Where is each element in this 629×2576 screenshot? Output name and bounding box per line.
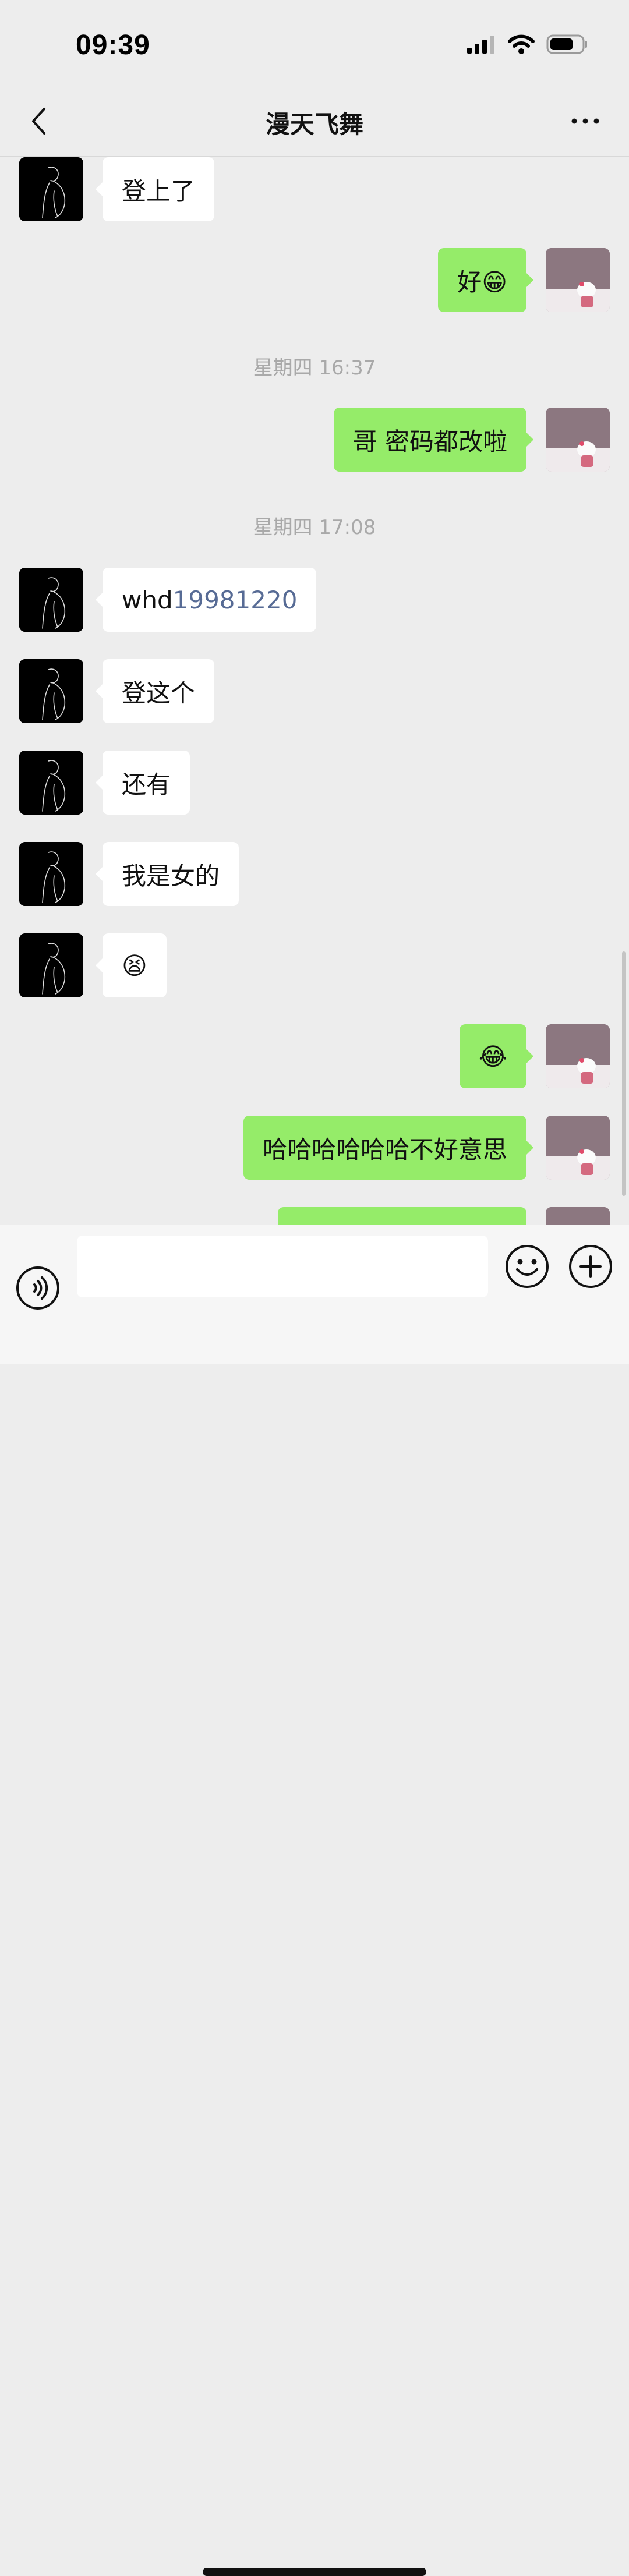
message-row: 哥 密码都改啦	[0, 408, 629, 472]
my-avatar[interactable]	[546, 1116, 610, 1180]
chat-title: 漫天飞舞	[265, 110, 363, 139]
message-row: 哈哈哈哈哈哈不好意思	[0, 1116, 629, 1180]
message-timestamp: 星期四 16:37	[253, 356, 376, 380]
phone-number-link[interactable]: 19981220	[173, 586, 298, 614]
home-indicator	[203, 2568, 426, 2576]
message-bubble-partial[interactable]	[278, 1207, 526, 1225]
message-bubble[interactable]: 哥 密码都改啦	[333, 408, 534, 472]
message-bubble[interactable]: 😂	[459, 1024, 534, 1088]
message-bubble[interactable]: 😫	[96, 933, 167, 997]
message-input[interactable]	[77, 1236, 488, 1297]
plus-icon	[569, 1245, 612, 1288]
my-avatar[interactable]	[546, 1207, 610, 1225]
wifi-icon	[508, 34, 535, 54]
cellular-signal-icon	[467, 36, 494, 54]
voice-icon	[16, 1266, 59, 1310]
message-row: whd 19981220	[0, 568, 629, 632]
contact-avatar-image	[19, 933, 83, 997]
my-avatar-image	[546, 1024, 610, 1088]
message-bubble[interactable]: whd 19981220	[95, 568, 317, 632]
message-row: 😂	[0, 1024, 629, 1088]
message-row: 我是女的	[0, 842, 629, 906]
message-row: 好😁	[0, 248, 629, 312]
contact-avatar[interactable]	[19, 751, 83, 815]
more-dots-icon	[571, 118, 599, 124]
my-avatar-image	[546, 248, 610, 312]
my-avatar[interactable]	[546, 248, 610, 312]
plus-button[interactable]	[568, 1244, 613, 1289]
contact-avatar-image	[19, 751, 83, 815]
scrollbar[interactable]	[622, 951, 626, 1196]
my-avatar-image	[546, 1207, 610, 1225]
message-text: whd	[122, 585, 173, 614]
contact-avatar[interactable]	[19, 157, 83, 221]
battery-icon	[546, 34, 587, 54]
message-bubble[interactable]: 还有	[95, 751, 190, 815]
message-row-partial	[0, 1207, 629, 1225]
emoji-button[interactable]	[504, 1244, 550, 1289]
status-bar: 09:39	[0, 0, 629, 87]
contact-avatar-image	[19, 568, 83, 632]
my-avatar[interactable]	[546, 1024, 610, 1088]
message-row: 😫	[0, 933, 629, 997]
contact-avatar-image	[19, 157, 83, 221]
message-timestamp: 星期四 17:08	[253, 516, 376, 539]
contact-avatar[interactable]	[19, 842, 83, 906]
message-list[interactable]: 登上了 好😁 星期四 16:37 哥 密码都改啦 星期四 17:08 whd 1…	[0, 157, 629, 1225]
more-button[interactable]	[565, 104, 606, 139]
message-bubble[interactable]: 登这个	[95, 659, 215, 723]
message-row: 还有	[0, 751, 629, 815]
message-bubble[interactable]: 好😁	[438, 248, 533, 312]
contact-avatar[interactable]	[19, 659, 83, 723]
chat-header: 漫天飞舞	[0, 87, 629, 157]
my-avatar[interactable]	[546, 408, 610, 472]
contact-avatar[interactable]	[19, 933, 83, 997]
message-bubble[interactable]: 哈哈哈哈哈哈不好意思	[243, 1116, 534, 1180]
message-row: 登上了	[0, 157, 629, 221]
contact-avatar[interactable]	[19, 568, 83, 632]
input-bar	[0, 1225, 629, 2576]
my-avatar-image	[546, 408, 610, 472]
contact-avatar-image	[19, 659, 83, 723]
contact-avatar-image	[19, 842, 83, 906]
my-avatar-image	[546, 1116, 610, 1180]
message-bubble[interactable]: 我是女的	[95, 842, 239, 906]
status-time: 09:39	[76, 30, 150, 61]
status-icons	[466, 34, 588, 55]
message-row: 登这个	[0, 659, 629, 723]
message-bubble[interactable]: 登上了	[95, 157, 215, 221]
emoji-icon	[506, 1245, 549, 1288]
voice-button[interactable]	[16, 1266, 60, 1310]
